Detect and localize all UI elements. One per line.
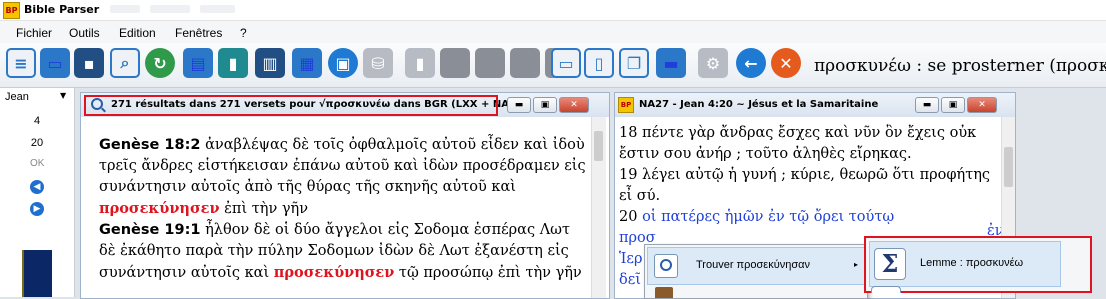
menu-item-label: Trouver προσεκύνησαν <box>696 259 810 271</box>
verse-text: ἐπὶ τὴν γῆν <box>219 201 309 217</box>
submenu: Σ Lemme : προσκυνέω <box>864 236 1092 293</box>
back-icon[interactable]: ← <box>736 48 766 78</box>
verse-text: τῷ προσώπῳ ἐπὶ τὴν γῆν <box>394 265 582 281</box>
navigation-panel: Jean ▼ 4 20 OK ◀ ▶ <box>0 88 75 297</box>
verse-reference[interactable]: Genèse 18:2 <box>99 137 200 153</box>
close-button[interactable]: ✕ <box>559 97 589 113</box>
scrollbar-thumb[interactable] <box>594 131 603 161</box>
passage-title-bar: BP NA27 - Jean 4:20 ~ Jésus et la Samari… <box>615 93 1015 117</box>
verse-20-fragment: δεῖ <box>619 272 641 288</box>
highlight-box <box>84 95 498 116</box>
passage-caption: NA27 - Jean 4:20 ~ Jésus et la Samaritai… <box>639 99 879 110</box>
verse-20-number: 20 <box>619 209 643 225</box>
menu-fichier[interactable]: Fichier <box>16 26 52 40</box>
verse-field[interactable]: 20 <box>0 137 74 149</box>
verse-20-fragment: Ἱερ <box>619 251 643 267</box>
scrollbar[interactable] <box>591 117 606 298</box>
database-search-icon[interactable]: ⛁ <box>363 48 393 78</box>
maximize-button[interactable]: ▣ <box>533 97 557 113</box>
menu-fenetres[interactable]: Fenêtres <box>175 26 222 40</box>
book-cover-image <box>22 250 52 297</box>
reader-icon[interactable]: ▣ <box>328 48 358 78</box>
results-window: 271 résultats dans 271 versets pour √προ… <box>80 92 610 299</box>
menu-item-icon[interactable] <box>871 286 901 293</box>
save-icon[interactable]: ▪ <box>74 48 104 78</box>
app-logo-icon: BP <box>618 97 634 113</box>
book-select[interactable]: Jean <box>5 91 29 103</box>
minimize-button[interactable]: ▬ <box>915 97 939 113</box>
book-icon[interactable] <box>655 287 673 298</box>
folder-icon[interactable]: ▭ <box>40 48 70 78</box>
menu-item-label: Lemme : προσκυνέω <box>920 257 1024 269</box>
window-controls: ▬ ▣ ✕ <box>915 97 997 113</box>
verse-reference[interactable]: Genèse 19:1 <box>99 222 200 238</box>
portrait-icon[interactable] <box>475 48 505 78</box>
verse-20-selection[interactable]: οἱ πατέρες ἡμῶν ἐν τῷ ὄρει τούτῳ <box>642 209 894 225</box>
settings-icon[interactable]: ⚙ <box>698 48 728 78</box>
books-icon[interactable]: ▥ <box>255 48 285 78</box>
chevron-down-icon[interactable]: ▼ <box>60 91 66 100</box>
app-title: Bible Parser <box>24 3 100 16</box>
verse-18: 18 πέντε γὰρ ἄνδρας ἔσχες καὶ νῦν ὃν ἔχε… <box>619 125 977 162</box>
portrait-icon[interactable] <box>440 48 470 78</box>
columns-icon[interactable]: ▯ <box>584 48 614 78</box>
previous-icon[interactable]: ◀ <box>30 180 44 194</box>
context-menu: Trouver προσεκύνησαν ▸ <box>644 244 868 299</box>
search-icon[interactable]: ⌕ <box>110 48 140 78</box>
menu-bar: Fichier Outils Edition Fenêtres ? <box>0 21 1106 43</box>
library-icon[interactable]: ▦ <box>292 48 322 78</box>
title-blur <box>150 5 190 13</box>
menu-item-lemma[interactable]: Σ Lemme : προσκυνέω <box>869 241 1061 287</box>
bookmark-icon[interactable]: ▮ <box>218 48 248 78</box>
submenu-arrow-icon: ▸ <box>854 260 859 269</box>
lemma-display: προσκυνέω : se prosterner (προσκ <box>814 56 1106 76</box>
portrait-icon[interactable] <box>510 48 540 78</box>
search-match[interactable]: προσεκύνησεν <box>99 200 220 217</box>
close-icon[interactable]: ✕ <box>771 48 801 78</box>
menu-edition[interactable]: Edition <box>119 26 156 40</box>
verse-19: 19 λέγει αὐτῷ ἡ γυνή ; κύριε, θεωρῶ ὅτι … <box>619 167 991 204</box>
chapter-field[interactable]: 4 <box>0 115 74 127</box>
chart-icon[interactable]: ▮ <box>405 48 435 78</box>
title-blur <box>200 5 235 13</box>
comment-icon[interactable]: ▤ <box>183 48 213 78</box>
title-blur <box>110 5 140 13</box>
close-button[interactable]: ✕ <box>967 97 997 113</box>
scrollbar-thumb[interactable] <box>1004 147 1013 187</box>
app-logo-icon: BP <box>3 2 20 19</box>
window-controls: ▬ ▣ ✕ <box>507 97 589 113</box>
next-icon[interactable]: ▶ <box>30 202 44 216</box>
minimize-button[interactable]: ▬ <box>507 97 531 113</box>
menu-outils[interactable]: Outils <box>69 26 100 40</box>
search-match[interactable]: προσεκύνησεν <box>274 264 395 281</box>
results-text: Genèse 18:2 ἀναβλέψας δὲ τοῖς ὀφθαλμοῖς … <box>99 135 589 284</box>
maximize-button[interactable]: ▣ <box>941 97 965 113</box>
list-icon[interactable]: ≡ <box>6 48 36 78</box>
title-bar: BP Bible Parser <box>0 0 1106 21</box>
sigma-icon: Σ <box>874 248 906 280</box>
search-icon <box>654 254 678 278</box>
menu-help[interactable]: ? <box>240 26 247 40</box>
history-icon[interactable]: ↻ <box>145 48 175 78</box>
layout-icon[interactable]: ▭ <box>551 48 581 78</box>
menu-item-find[interactable]: Trouver προσεκύνησαν ▸ <box>647 247 865 285</box>
windows-icon[interactable]: ❐ <box>619 48 649 78</box>
ok-button[interactable]: OK <box>30 158 44 169</box>
monitor-icon[interactable]: ▬ <box>656 48 686 78</box>
